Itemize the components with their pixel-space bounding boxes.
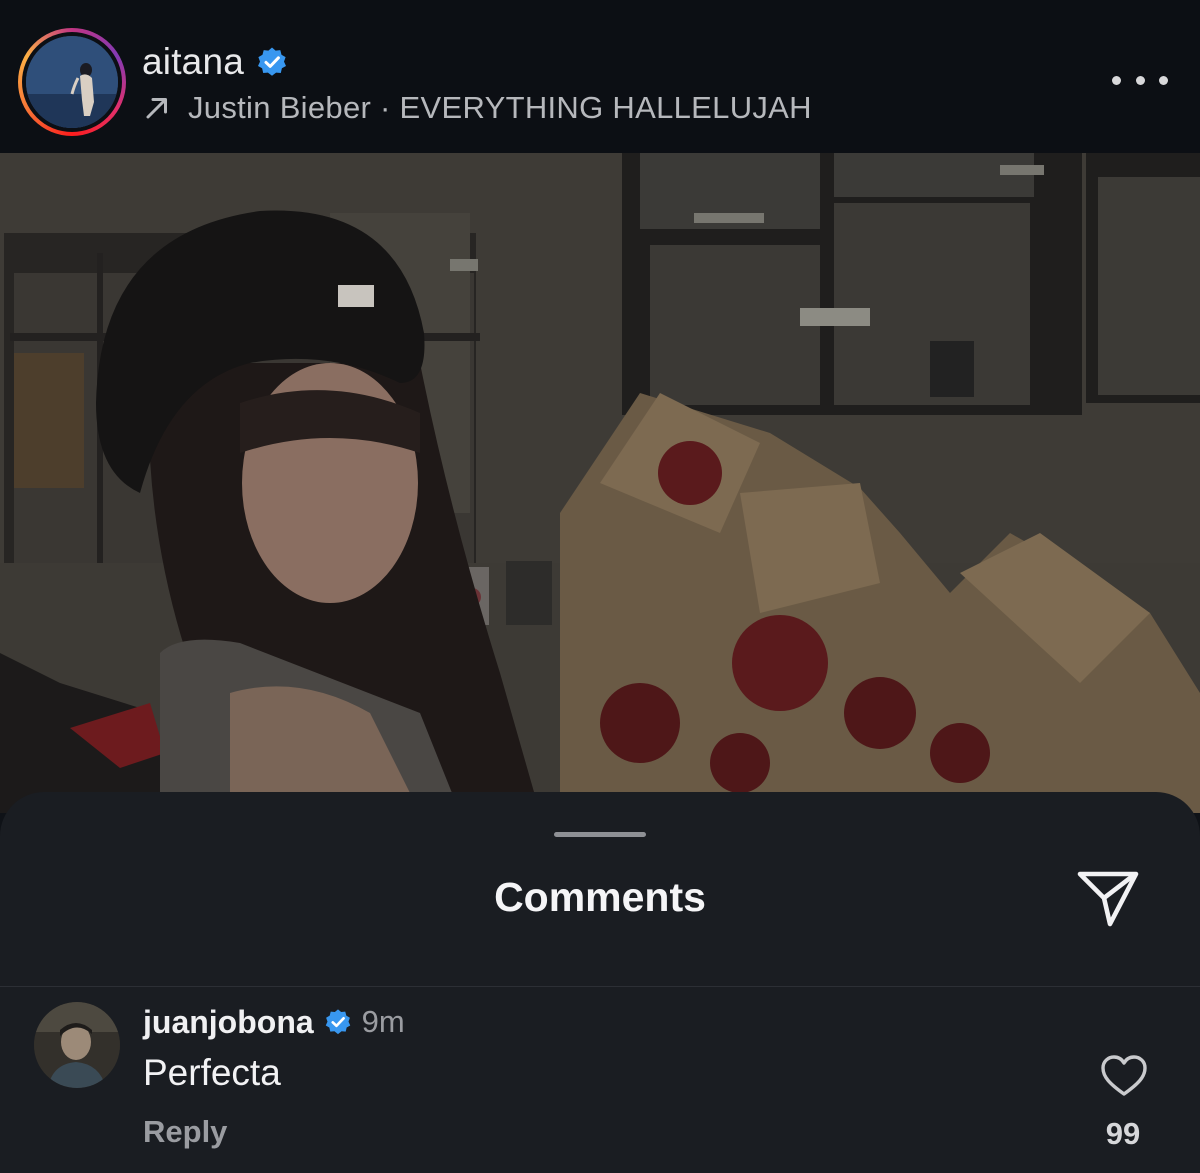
comments-title: Comments [494, 874, 706, 920]
avatar[interactable] [26, 36, 118, 128]
divider [0, 986, 1200, 987]
music-label: Justin Bieber · EVERYTHING HALLELUJAH [188, 90, 812, 125]
music-attribution[interactable]: Justin Bieber · EVERYTHING HALLELUJAH [144, 88, 812, 128]
comment-header: juanjobona 9m [143, 1002, 405, 1042]
post-username[interactable]: aitana [142, 41, 244, 83]
instagram-post-view: aitana Justin Bieber · EVERYTHING HALLEL… [0, 0, 1200, 1173]
send-icon[interactable] [1074, 866, 1142, 930]
reply-button[interactable]: Reply [143, 1114, 227, 1150]
post-header: aitana Justin Bieber · EVERYTHING HALLEL… [0, 0, 1200, 153]
story-ring[interactable] [18, 28, 126, 136]
like-count: 99 [1105, 1116, 1141, 1151]
verified-badge-icon [258, 47, 287, 76]
username-row: aitana [142, 40, 288, 84]
comment-avatar[interactable] [34, 1002, 120, 1088]
more-horizontal-icon [1112, 75, 1121, 85]
heart-icon[interactable] [1100, 1054, 1148, 1098]
comments-sheet: Comments juanjobona 9m Perfecta Reply 99 [0, 792, 1200, 1173]
arrow-up-right-icon [146, 98, 167, 119]
comment-timestamp: 9m [361, 1004, 405, 1039]
comment-text: Perfecta [143, 1052, 281, 1093]
comment-username[interactable]: juanjobona [143, 1004, 314, 1041]
sheet-grab-handle[interactable] [554, 832, 646, 837]
more-options-button[interactable] [1112, 62, 1168, 98]
post-photo[interactable] [0, 153, 1200, 813]
verified-badge-icon [325, 1009, 350, 1035]
